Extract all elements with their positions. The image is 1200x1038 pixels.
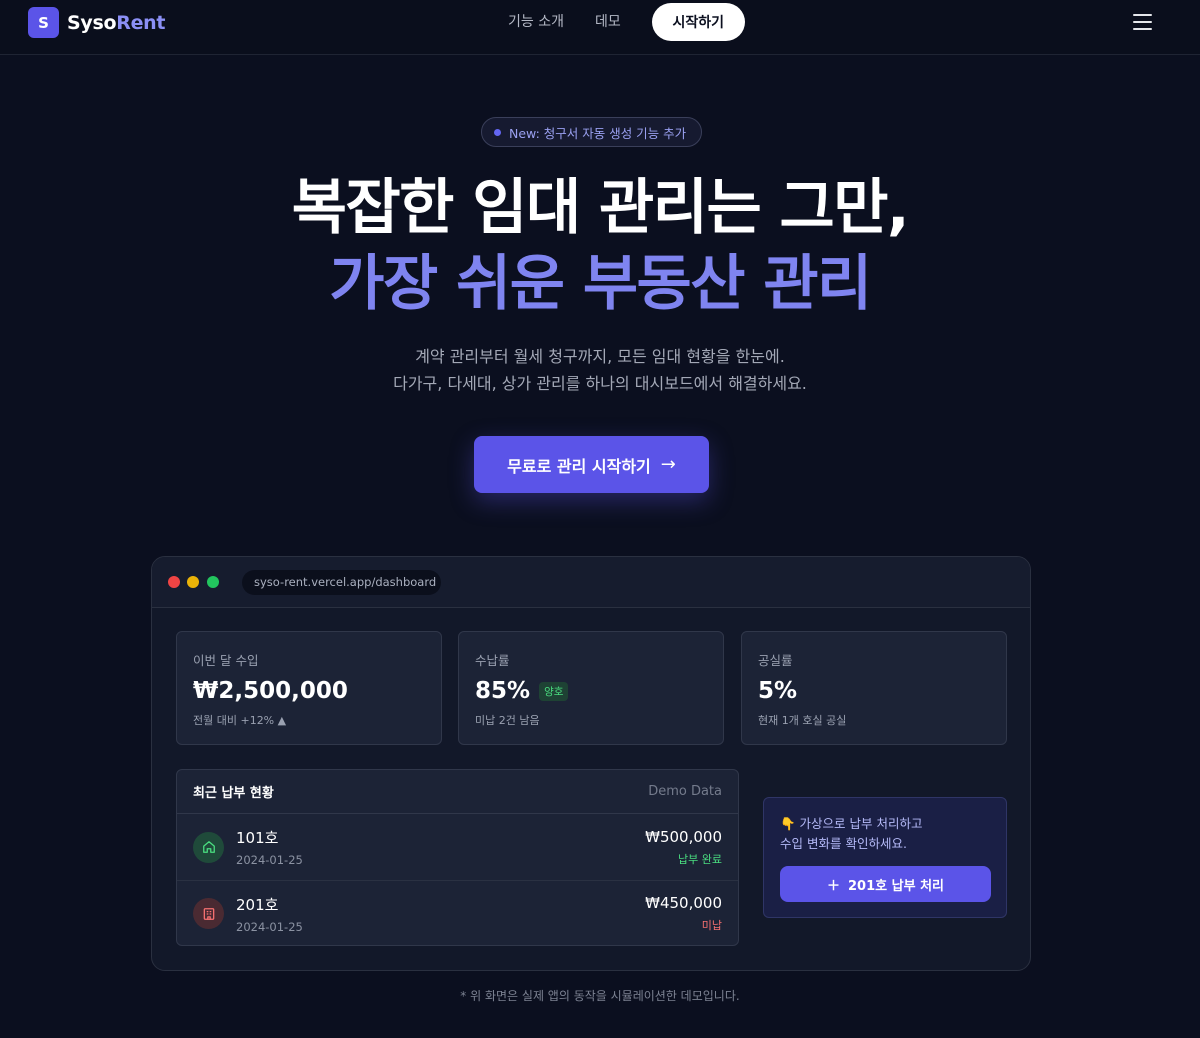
home-icon (193, 831, 224, 863)
new-feature-badge[interactable]: New: 청구서 자동 생성 기능 추가 (481, 117, 702, 147)
stat-card-vacancy-rate: 공실률 5% 현재 1개 호실 공실 (741, 631, 1007, 745)
address-bar: syso-rent.vercel.app/dashboard (242, 570, 441, 595)
badge-dot-icon (494, 128, 501, 136)
hero-title: 복잡한 임대 관리는 그만, 가장 쉬운 부동산 관리 (0, 170, 1200, 322)
stat-value: ₩2,500,000 (193, 678, 348, 704)
stat-note: 전월 대비 +12% ▲ (193, 714, 287, 727)
payment-date: 2024-01-25 (236, 853, 303, 867)
dashboard-preview-window: syso-rent.vercel.app/dashboard 이번 달 수입 ₩… (151, 556, 1031, 971)
list-item[interactable]: 201호 2024-01-25 ₩450,000 미납 (177, 880, 738, 946)
recent-payments-list: 최근 납부 현황 Demo Data 101호 2024-01-25 ₩500,… (176, 769, 739, 946)
hero-subtitle: 계약 관리부터 월세 청구까지, 모든 임대 현황을 한눈에. 다가구, 다세대… (0, 343, 1200, 397)
payment-status: 미납 (701, 919, 722, 932)
list-header: 최근 납부 현황 Demo Data (177, 770, 738, 814)
stat-value: 85% 양호 (475, 678, 707, 704)
stat-label: 공실률 (758, 653, 793, 668)
start-free-button[interactable]: 무료로 관리 시작하기 → (474, 436, 709, 493)
logo-accent: Rent (116, 11, 166, 34)
start-free-label: 무료로 관리 시작하기 (507, 456, 651, 476)
payment-date: 2024-01-25 (236, 919, 303, 934)
list-title: 최근 납부 현황 (193, 786, 274, 801)
stat-label: 수납률 (475, 653, 510, 668)
top-nav: S SysoRent 기능 소개 데모 시작하기 (0, 0, 1200, 55)
payment-amount: ₩500,000 (645, 827, 722, 846)
nav-start-button[interactable]: 시작하기 (651, 3, 745, 41)
logo-mark: S (28, 7, 59, 38)
list-item[interactable]: 101호 2024-01-25 ₩500,000 납부 완료 (177, 814, 738, 880)
badge-text: New: 청구서 자동 생성 기능 추가 (509, 125, 687, 141)
nav-link-features[interactable]: 기능 소개 (508, 3, 564, 41)
stat-card-collection-rate: 수납률 85% 양호 미납 2건 남음 (458, 631, 724, 745)
status-badge: 양호 (539, 681, 569, 701)
payment-amount: ₩450,000 (645, 894, 722, 912)
stat-label: 이번 달 수입 (193, 653, 259, 668)
stat-value: 5% (758, 678, 798, 704)
hero-title-line2: 가장 쉬운 부동산 관리 (329, 249, 872, 319)
logo-text: SysoRent (67, 12, 165, 34)
logo[interactable]: S SysoRent (28, 7, 165, 38)
window-close-dot (168, 576, 180, 588)
window-maximize-dot (207, 576, 219, 588)
demo-data-label: Demo Data (648, 784, 722, 799)
arrow-right-icon: → (660, 454, 676, 475)
window-minimize-dot (187, 576, 199, 588)
demo-footnote: * 위 화면은 실제 앱의 동작을 시뮬레이션한 데모입니다. (460, 989, 740, 1003)
payment-status: 납부 완료 (678, 852, 722, 866)
nav-links: 기능 소개 데모 시작하기 (508, 3, 745, 41)
stat-card-income: 이번 달 수입 ₩2,500,000 전월 대비 +12% ▲ (176, 631, 442, 745)
nav-link-demo[interactable]: 데모 (595, 3, 621, 41)
mark-paid-label: 201호 납부 처리 (848, 878, 944, 894)
stat-note: 현재 1개 호실 공실 (758, 714, 847, 727)
plus-icon: ＋ (826, 878, 840, 894)
unit-name: 201호 (236, 895, 279, 914)
window-title-bar: syso-rent.vercel.app/dashboard (152, 557, 1030, 608)
simulation-text: 👇 가상으로 납부 처리하고 수입 변화를 확인하세요. (780, 816, 923, 851)
stat-note: 미납 2건 남음 (475, 714, 540, 727)
hero-subtitle-line1: 계약 관리부터 월세 청구까지, 모든 임대 현황을 한눈에. (415, 347, 785, 366)
hamburger-menu-icon[interactable] (1133, 14, 1153, 32)
unit-name: 101호 (236, 829, 279, 847)
logo-primary: Syso (67, 11, 117, 34)
simulation-panel: 👇 가상으로 납부 처리하고 수입 변화를 확인하세요. ＋ 201호 납부 처… (763, 797, 1007, 918)
hero-title-line1: 복잡한 임대 관리는 그만, (291, 173, 910, 243)
building-icon (193, 898, 224, 929)
hero-subtitle-line2: 다가구, 다세대, 상가 관리를 하나의 대시보드에서 해결하세요. (393, 374, 807, 393)
mark-paid-button[interactable]: ＋ 201호 납부 처리 (780, 866, 991, 902)
